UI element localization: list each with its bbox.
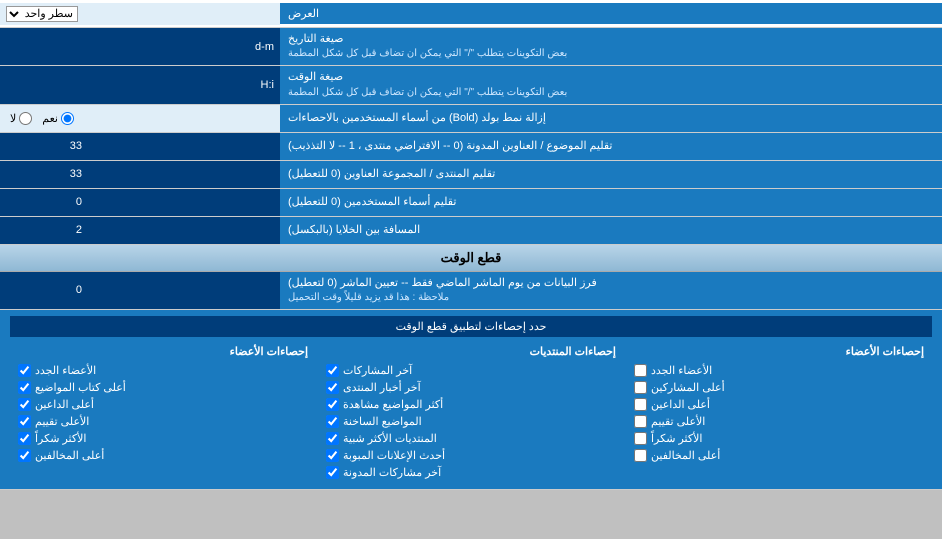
- forum-address-input-wrapper: [0, 161, 280, 188]
- usernames-row: تقليم أسماء المستخدمين (0 للتعطيل): [0, 189, 942, 217]
- list-item: آخر المشاركات: [322, 362, 620, 379]
- checkbox-top-violators2[interactable]: [634, 449, 647, 462]
- checkbox-top-inviters2[interactable]: [634, 398, 647, 411]
- list-item: أعلى المخالفين: [14, 447, 312, 464]
- checkbox-top-rated2[interactable]: [634, 415, 647, 428]
- list-item: المنتديات الأكثر شبية: [322, 430, 620, 447]
- col3-header: إحصاءات الأعضاء: [630, 343, 928, 360]
- forum-address-row: تقليم المنتدى / المجموعة العناوين (0 للت…: [0, 161, 942, 189]
- usernames-input[interactable]: [6, 194, 86, 210]
- topic-address-row: تقليم الموضوع / العناوين المدونة (0 -- ا…: [0, 133, 942, 161]
- list-item: أحدث الإعلانات المبوبة: [322, 447, 620, 464]
- bold-remove-label: إزالة نمط بولد (Bold) من أسماء المستخدمي…: [280, 105, 942, 132]
- checkbox-latest-classifieds[interactable]: [326, 449, 339, 462]
- display-select-wrapper: سطر واحد سطران ثلاثة أسطر: [0, 3, 280, 25]
- checkbox-most-thanks[interactable]: [18, 432, 31, 445]
- checkbox-last-posts[interactable]: [326, 364, 339, 377]
- bold-remove-input-wrapper: نعم لا: [0, 105, 280, 132]
- distance-row: المسافة بين الخلايا (بالبكسل): [0, 217, 942, 245]
- cutoff-label: فرز البيانات من يوم الماشر الماضي فقط --…: [280, 272, 942, 309]
- list-item: أعلى الداعين: [14, 396, 312, 413]
- date-format-row: صيغة التاريخ بعض التكوينات يتطلب "/" الت…: [0, 28, 942, 66]
- list-item: الأعلى تقييم: [630, 413, 928, 430]
- bold-yes-radio[interactable]: [61, 112, 74, 125]
- time-format-row: صيغة الوقت بعض التكوينات يتطلب "/" التي …: [0, 66, 942, 104]
- checkbox-most-thanks2[interactable]: [634, 432, 647, 445]
- time-format-input-wrapper: [0, 66, 280, 103]
- time-format-label: صيغة الوقت بعض التكوينات يتطلب "/" التي …: [280, 66, 942, 103]
- display-row: العرض سطر واحد سطران ثلاثة أسطر: [0, 0, 942, 28]
- list-item: أعلى كتاب المواضيع: [14, 379, 312, 396]
- bold-yes-label[interactable]: نعم: [42, 112, 74, 125]
- bold-remove-row: إزالة نمط بولد (Bold) من أسماء المستخدمي…: [0, 105, 942, 133]
- checkbox-top-inviters[interactable]: [18, 398, 31, 411]
- bold-no-radio[interactable]: [19, 112, 32, 125]
- date-format-input-wrapper: [0, 28, 280, 65]
- distance-input[interactable]: [6, 222, 86, 238]
- cutoff-input-wrapper: [0, 272, 280, 309]
- checkbox-most-viewed[interactable]: [326, 398, 339, 411]
- checkbox-top-posts2[interactable]: [634, 381, 647, 394]
- checkbox-new-members[interactable]: [18, 364, 31, 377]
- forum-address-input[interactable]: [6, 166, 86, 182]
- date-format-input[interactable]: [6, 41, 274, 53]
- list-item: آخر مشاركات المدونة: [322, 464, 620, 481]
- list-item: المواضيع الساخنة: [322, 413, 620, 430]
- checkboxes-header: حدد إحصاءات لتطبيق قطع الوقت: [10, 316, 932, 337]
- topic-address-label: تقليم الموضوع / العناوين المدونة (0 -- ا…: [280, 133, 942, 160]
- display-label: العرض: [280, 3, 942, 24]
- list-item: آخر أخبار المنتدى: [322, 379, 620, 396]
- list-item: الأعضاء الجدد: [14, 362, 312, 379]
- list-item: أعلى المخالفين: [630, 447, 928, 464]
- time-format-input[interactable]: [6, 79, 274, 91]
- checkbox-last-blog-posts[interactable]: [326, 466, 339, 479]
- list-item: الأعلى تقييم: [14, 413, 312, 430]
- list-item: الأكثر شكراً: [630, 430, 928, 447]
- cutoff-input[interactable]: [6, 282, 86, 298]
- checkbox-col-3: إحصاءات الأعضاء الأعضاء الجدد أعلى المشا…: [626, 341, 932, 483]
- list-item: أعلى الداعين: [630, 396, 928, 413]
- checkbox-members-new2[interactable]: [634, 364, 647, 377]
- checkbox-last-news[interactable]: [326, 381, 339, 394]
- checkbox-col-2: إحصاءات المنتديات آخر المشاركات آخر أخبا…: [318, 341, 624, 483]
- cutoff-section-header: قطع الوقت: [0, 245, 942, 272]
- col1-header: إحصاءات الأعضاء: [14, 343, 312, 360]
- forum-address-label: تقليم المنتدى / المجموعة العناوين (0 للت…: [280, 161, 942, 188]
- list-item: الأكثر شكراً: [14, 430, 312, 447]
- display-title-text: العرض: [288, 7, 319, 20]
- display-select[interactable]: سطر واحد سطران ثلاثة أسطر: [6, 6, 78, 22]
- date-format-label: صيغة التاريخ بعض التكوينات يتطلب "/" الت…: [280, 28, 942, 65]
- usernames-input-wrapper: [0, 189, 280, 216]
- checkboxes-section: حدد إحصاءات لتطبيق قطع الوقت إحصاءات الأ…: [0, 310, 942, 490]
- topic-address-input[interactable]: [6, 138, 86, 154]
- checkbox-hot-topics[interactable]: [326, 415, 339, 428]
- list-item: أكثر المواضيع مشاهدة: [322, 396, 620, 413]
- checkbox-top-topic-writers[interactable]: [18, 381, 31, 394]
- checkbox-top-rated[interactable]: [18, 415, 31, 428]
- list-item: أعلى المشاركين: [630, 379, 928, 396]
- distance-input-wrapper: [0, 217, 280, 244]
- checkboxes-grid: إحصاءات الأعضاء الأعضاء الجدد أعلى المشا…: [10, 341, 932, 483]
- checkbox-most-active-forums[interactable]: [326, 432, 339, 445]
- distance-label: المسافة بين الخلايا (بالبكسل): [280, 217, 942, 244]
- topic-address-input-wrapper: [0, 133, 280, 160]
- cutoff-row: فرز البيانات من يوم الماشر الماضي فقط --…: [0, 272, 942, 310]
- list-item: الأعضاء الجدد: [630, 362, 928, 379]
- checkbox-col-1: إحصاءات الأعضاء الأعضاء الجدد أعلى كتاب …: [10, 341, 316, 483]
- col2-header: إحصاءات المنتديات: [322, 343, 620, 360]
- usernames-label: تقليم أسماء المستخدمين (0 للتعطيل): [280, 189, 942, 216]
- bold-no-label[interactable]: لا: [10, 112, 32, 125]
- checkbox-top-violators[interactable]: [18, 449, 31, 462]
